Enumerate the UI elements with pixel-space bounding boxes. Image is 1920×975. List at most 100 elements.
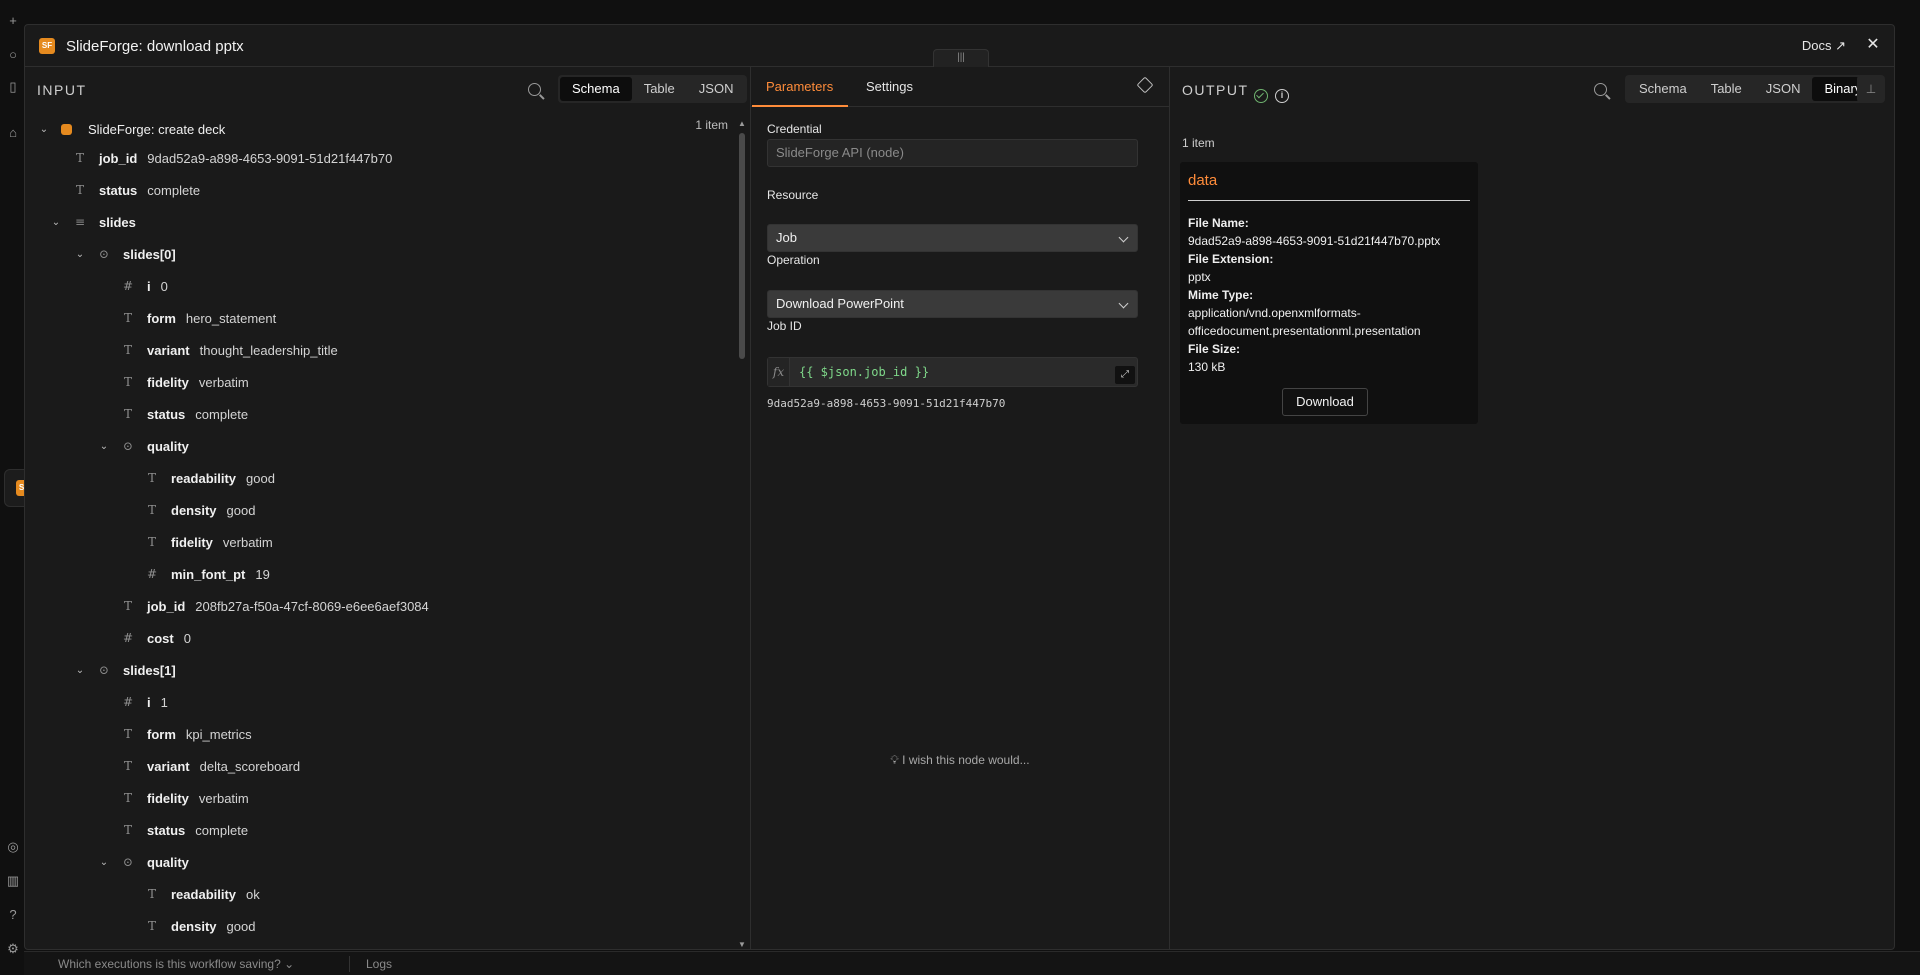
chevron-down-icon [1118,232,1129,243]
view-json[interactable]: JSON [687,77,746,101]
field-key[interactable]: readability [171,471,236,486]
expression-code[interactable]: {{ $json.job_id }} [799,365,929,379]
field-key[interactable]: form [147,311,176,326]
tree-row: # cost 0 [121,625,191,651]
view-schema[interactable]: Schema [560,77,632,101]
file-name-label: File Name: [1188,216,1249,230]
tree-row: # min_font_pt 19 [145,561,270,587]
templates-icon[interactable]: ◎ [6,840,20,854]
divider [349,956,350,972]
object-type-icon: ⊙ [98,663,110,677]
view-table[interactable]: Table [1699,77,1754,101]
chevron-down-icon[interactable]: ⌄ [73,665,87,676]
insights-icon[interactable]: ▥ [6,874,20,888]
field-key[interactable]: form [147,727,176,742]
tab-settings[interactable]: Settings [866,79,913,94]
scroll-up-icon[interactable]: ▲ [738,119,746,128]
operation-select[interactable]: Download PowerPoint [767,290,1138,318]
field-key[interactable]: slides[0] [123,247,176,262]
field-value: 9dad52a9-a898-4653-9091-51d21f447b70 [147,150,393,166]
add-icon[interactable]: + [6,14,20,28]
field-key[interactable]: job_id [147,599,185,614]
executions-saving-dropdown[interactable]: Which executions is this workflow saving… [58,957,294,971]
search-icon[interactable] [1594,83,1607,96]
field-key[interactable]: variant [147,759,190,774]
string-type-icon: T [75,183,84,197]
view-schema[interactable]: Schema [1627,77,1699,101]
field-key[interactable]: status [99,183,137,198]
field-value: verbatim [198,374,249,390]
tree-row: Tfidelity verbatim [121,369,249,395]
help-icon[interactable]: ? [6,908,20,922]
tree-row[interactable]: ⌄ ≡ slides [49,209,146,235]
docs-link[interactable]: Docs ↗ [1802,38,1846,54]
tree-row: Treadability ok [145,881,260,907]
field-value: good [246,470,275,486]
string-type-icon: T [123,407,132,421]
tree-row: Tstatus complete [121,401,248,427]
field-value: 1 [160,694,168,710]
scroll-down-icon[interactable]: ▼ [738,940,746,949]
field-key[interactable]: status [147,823,185,838]
settings-icon[interactable]: ⚙ [6,942,20,956]
field-key[interactable]: density [171,503,217,518]
field-key[interactable]: fidelity [147,375,189,390]
field-key[interactable]: job_id [99,151,137,166]
field-key[interactable]: fidelity [147,791,189,806]
divider [1188,200,1470,201]
field-value: ok [246,886,260,902]
file-extension-value: pptx [1188,270,1211,284]
tree-row[interactable]: ⌄ ⊙ quality [97,433,199,459]
search-icon[interactable]: ○ [6,48,20,62]
jobid-expression-input[interactable]: fx {{ $json.job_id }} ⤢ [767,357,1138,387]
search-icon[interactable] [528,83,541,96]
tree-row[interactable]: ⌄ ⊙ slides[0] [73,241,186,267]
field-key[interactable]: status [147,407,185,422]
sidebar-toggle-icon[interactable]: ▯ [6,80,20,94]
pin-icon[interactable]: ⊥ [1857,75,1885,103]
home-icon[interactable]: ⌂ [6,126,20,140]
chevron-down-icon[interactable]: ⌄ [97,857,111,868]
field-key[interactable]: quality [147,439,189,454]
chevron-down-icon[interactable]: ⌄ [37,124,51,135]
chevron-down-icon[interactable]: ⌄ [97,441,111,452]
scrollbar[interactable]: ▲ ▼ [738,119,746,949]
field-key[interactable]: i [147,279,151,294]
panel-drag-handle[interactable]: ||| [933,49,989,67]
node-icon[interactable] [1136,76,1154,94]
resource-select[interactable]: Job [767,224,1138,252]
mime-type-value-line1: application/vnd.openxmlformats- [1188,306,1361,320]
view-table[interactable]: Table [632,77,687,101]
field-value: verbatim [222,534,273,550]
field-key[interactable]: min_font_pt [171,567,245,582]
logs-button[interactable]: Logs [366,957,392,971]
field-key[interactable]: slides[1] [123,663,176,678]
chevron-down-icon[interactable]: ⌄ [49,217,63,228]
feedback-link[interactable]: 💡︎ I wish this node would... [751,753,1169,768]
credential-field[interactable]: SlideForge API (node) [767,139,1138,167]
field-key[interactable]: readability [171,887,236,902]
field-key[interactable]: i [147,695,151,710]
info-icon[interactable]: i [1275,89,1289,103]
view-json[interactable]: JSON [1754,77,1813,101]
chevron-down-icon[interactable]: ⌄ [73,249,87,260]
field-key[interactable]: quality [147,855,189,870]
scroll-thumb[interactable] [739,133,745,359]
field-key[interactable]: fidelity [171,535,213,550]
field-value: complete [195,822,249,838]
close-icon[interactable]: ✕ [1862,34,1884,56]
expand-editor-icon[interactable]: ⤢ [1115,366,1135,384]
tree-row[interactable]: ⌄ ⊙ slides[1] [73,657,186,683]
modal-title[interactable]: SlideForge: download pptx [66,38,244,55]
file-size-value: 130 kB [1188,360,1226,374]
download-button[interactable]: Download [1282,388,1368,416]
string-type-icon: T [123,599,132,613]
tab-parameters[interactable]: Parameters [751,79,849,107]
tree-node-header[interactable]: ⌄ SlideForge: create deck [37,116,235,142]
slideforge-logo-icon [61,123,72,135]
field-key[interactable]: density [171,919,217,934]
field-key[interactable]: slides [99,215,136,230]
tree-row[interactable]: ⌄ ⊙ quality [97,849,199,875]
field-key[interactable]: variant [147,343,190,358]
field-key[interactable]: cost [147,631,174,646]
